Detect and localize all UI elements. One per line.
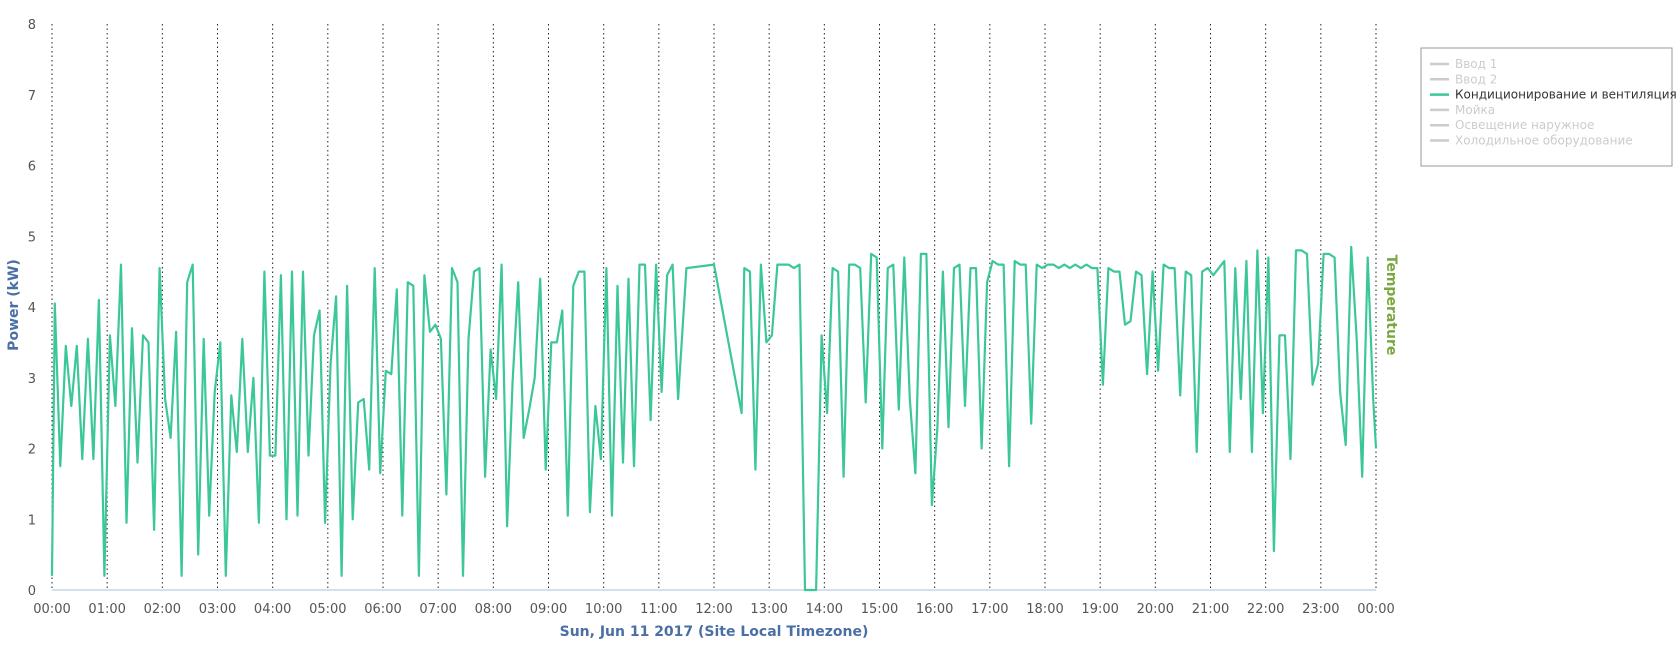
y-tick-label: 6 — [28, 160, 36, 175]
series-line — [50, 245, 1378, 592]
legend-label: Мойка — [1455, 103, 1495, 117]
x-tick-label: 19:00 — [1081, 602, 1118, 617]
x-tick-label: 21:00 — [1192, 602, 1229, 617]
legend: Ввод 1Ввод 2 Кондиционирование и вентиляц… — [1420, 47, 1677, 167]
legend-label: Холодильное оборудование — [1455, 134, 1633, 148]
x-tick-label: 10:00 — [585, 602, 622, 617]
legend-item[interactable]: Кондиционирование и вентиляция — [1430, 88, 1677, 102]
y2-axis-title: Temperature — [1383, 255, 1399, 356]
legend-label: Кондиционирование и вентиляция — [1455, 88, 1677, 102]
legend-label: Ввод 1 — [1455, 57, 1497, 71]
x-tick-label: 20:00 — [1137, 602, 1174, 617]
x-tick-label: 23:00 — [1302, 602, 1339, 617]
x-tick-label: 11:00 — [640, 602, 677, 617]
y-tick-label: 8 — [28, 18, 36, 33]
x-tick-label: 12:00 — [695, 602, 732, 617]
y-tick-label: 7 — [28, 89, 36, 104]
x-axis-title: Sun, Jun 11 2017 (Site Local Timezone) — [560, 624, 869, 640]
y-tick-label: 1 — [28, 513, 36, 528]
x-axis-ticks: 00:00 01:00 02:00 03:00 04:00 05:00 06:00 07:00… — [33, 602, 1394, 617]
x-tick-label: 16:00 — [916, 602, 953, 617]
x-tick-label: 00:00 — [1357, 602, 1394, 617]
y-tick-label: 5 — [28, 230, 36, 245]
x-tick-label: 04:00 — [254, 602, 291, 617]
legend-item[interactable]: Освещение наружное — [1430, 118, 1594, 132]
legend-label: Ввод 2 — [1455, 72, 1497, 86]
x-tick-label: 13:00 — [750, 602, 787, 617]
y-tick-label: 3 — [28, 372, 36, 387]
x-tick-label: 00:00 — [33, 602, 70, 617]
x-tick-label: 09:00 — [530, 602, 567, 617]
y-tick-label: 4 — [28, 301, 36, 316]
x-tick-label: 17:00 — [971, 602, 1008, 617]
x-tick-label: 02:00 — [144, 602, 181, 617]
y-tick-label: 0 — [28, 584, 36, 599]
series-layer — [50, 245, 1378, 592]
x-tick-label: 14:00 — [806, 602, 843, 617]
x-tick-label: 18:00 — [1026, 602, 1063, 617]
x-tick-label: 15:00 — [861, 602, 898, 617]
legend-item[interactable]: Холодильное оборудование — [1430, 134, 1633, 148]
x-tick-label: 01:00 — [88, 602, 125, 617]
power-chart: 0 1 2 3 4 5 6 7 8 00:00 01:00 02:00 03:00 04:00 05:00… — [6, 18, 1677, 640]
x-tick-label: 06:00 — [364, 602, 401, 617]
x-tick-label: 07:00 — [419, 602, 456, 617]
legend-label: Освещение наружное — [1455, 118, 1594, 132]
x-tick-label: 05:00 — [309, 602, 346, 617]
y-tick-label: 2 — [28, 443, 36, 458]
y-axis-ticks: 0 1 2 3 4 5 6 7 8 — [28, 18, 36, 599]
x-tick-label: 08:00 — [475, 602, 512, 617]
x-tick-label: 03:00 — [199, 602, 236, 617]
y-axis-title: Power (kW) — [6, 259, 22, 351]
x-tick-label: 22:00 — [1247, 602, 1284, 617]
